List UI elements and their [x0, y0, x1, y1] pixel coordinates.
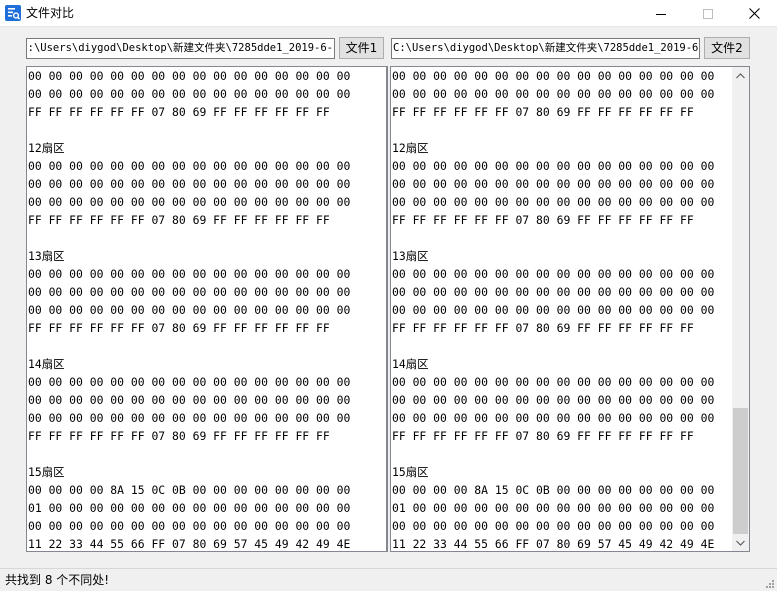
hex-row: FF FF FF FF FF FF 07 80 69 FF FF FF FF F… [392, 105, 694, 119]
hex-row: 00 00 00 00 8A 15 0C 0B 00 00 00 00 00 0… [28, 483, 351, 497]
hex-row: FF FF FF FF FF FF 07 80 69 FF FF FF FF F… [392, 213, 694, 227]
hex-row: FF FF FF FF FF FF 07 80 69 FF FF FF FF F… [28, 321, 330, 335]
chevron-down-icon [736, 540, 745, 546]
hex-row: 00 00 00 00 00 00 00 00 00 00 00 00 00 0… [28, 303, 351, 317]
close-button[interactable] [731, 0, 777, 27]
chevron-up-icon [736, 72, 745, 78]
hex-row: 00 00 00 00 00 00 00 00 00 00 00 00 00 0… [392, 159, 715, 173]
sector-header: 12扇区 [392, 141, 429, 155]
hex-row: 00 00 00 00 00 00 00 00 00 00 00 00 00 0… [392, 87, 715, 101]
hex-row: 00 00 00 00 00 00 00 00 00 00 00 00 00 0… [28, 87, 351, 101]
hex-row: 00 00 00 00 00 00 00 00 00 00 00 00 00 0… [28, 375, 351, 389]
minimize-button[interactable] [638, 0, 684, 27]
hex-row [28, 121, 386, 139]
close-icon [748, 8, 760, 19]
vertical-scrollbar[interactable] [732, 67, 749, 551]
hex-row: 00 00 00 00 00 00 00 00 00 00 00 00 00 0… [392, 195, 715, 209]
maximize-button[interactable] [685, 0, 731, 27]
scroll-down-button[interactable] [732, 534, 749, 551]
hex-row [28, 445, 386, 463]
hex-row: 00 00 00 00 00 00 00 00 00 00 00 00 00 0… [28, 267, 351, 281]
hex-row: 01 00 00 00 00 00 00 00 00 00 00 00 00 0… [28, 501, 351, 515]
sector-header: 14扇区 [28, 357, 65, 371]
hex-row: 00 00 00 00 00 00 00 00 00 00 00 00 00 0… [28, 195, 351, 209]
hex-row: 00 00 00 00 00 00 00 00 00 00 00 00 00 0… [392, 69, 715, 83]
hex-row: 00 00 00 00 8A 15 0C 0B 00 00 00 00 00 0… [392, 483, 715, 497]
resize-grip-icon[interactable] [763, 577, 775, 589]
maximize-icon [703, 8, 713, 19]
scroll-up-button[interactable] [732, 67, 749, 84]
hex-row: 00 00 00 00 00 00 00 00 00 00 00 00 00 0… [392, 303, 715, 317]
hex-row: 00 00 00 00 00 00 00 00 00 00 00 00 00 0… [392, 177, 715, 191]
file1-path-text: C:\Users\diygod\Desktop\新建文件夹\7285dde1_2… [26, 42, 333, 54]
file1-content-pane[interactable]: 00 00 00 00 00 00 00 00 00 00 00 00 00 0… [26, 66, 388, 552]
sector-header: 15扇区 [392, 465, 429, 479]
file2-button[interactable]: 文件2 [704, 37, 750, 59]
hex-row: FF FF FF FF FF FF 07 80 69 FF FF FF FF F… [28, 213, 330, 227]
file-compare-icon [5, 5, 21, 21]
hex-row: 00 00 00 00 00 00 00 00 00 00 00 00 00 0… [392, 267, 715, 281]
hex-row: 00 00 00 00 00 00 00 00 00 00 00 00 00 0… [28, 411, 351, 425]
hex-row: 01 00 00 00 00 00 00 00 00 00 00 00 00 0… [392, 501, 715, 515]
file2-content: 00 00 00 00 00 00 00 00 00 00 00 00 00 0… [392, 67, 749, 551]
sector-header: 14扇区 [392, 357, 429, 371]
sector-header: 15扇区 [28, 465, 65, 479]
title-bar[interactable]: 文件对比 [0, 0, 777, 27]
hex-row: 00 00 00 00 00 00 00 00 00 00 00 00 00 0… [392, 411, 715, 425]
file2-path-input[interactable]: C:\Users\diygod\Desktop\新建文件夹\7285dde1_2… [391, 38, 700, 59]
status-text: 共找到 8 个不同处! [5, 573, 110, 587]
hex-row [28, 229, 386, 247]
file2-path-text: C:\Users\diygod\Desktop\新建文件夹\7285dde1_2… [393, 42, 700, 54]
file1-path-input[interactable]: C:\Users\diygod\Desktop\新建文件夹\7285dde1_2… [26, 38, 335, 59]
scrollbar-thumb[interactable] [733, 408, 748, 534]
hex-row: 00 00 00 00 00 00 00 00 00 00 00 00 00 0… [28, 177, 351, 191]
minimize-icon [656, 13, 666, 15]
sector-header: 13扇区 [392, 249, 429, 263]
hex-row: FF FF FF FF FF FF 07 80 69 FF FF FF FF F… [392, 429, 694, 443]
hex-row: FF FF FF FF FF FF 07 80 69 FF FF FF FF F… [28, 105, 330, 119]
hex-row [392, 229, 749, 247]
hex-row: FF FF FF FF FF FF 07 80 69 FF FF FF FF F… [392, 321, 694, 335]
hex-row: 00 00 00 00 00 00 00 00 00 00 00 00 00 0… [392, 285, 715, 299]
hex-row: 11 22 33 44 55 66 FF 07 80 69 57 45 49 4… [28, 537, 351, 551]
hex-row: 00 00 00 00 00 00 00 00 00 00 00 00 00 0… [28, 285, 351, 299]
hex-row [392, 445, 749, 463]
hex-row: 00 00 00 00 00 00 00 00 00 00 00 00 00 0… [28, 519, 351, 533]
sector-header: 12扇区 [28, 141, 65, 155]
window-title: 文件对比 [26, 6, 75, 20]
hex-row: FF FF FF FF FF FF 07 80 69 FF FF FF FF F… [28, 429, 330, 443]
hex-row: 00 00 00 00 00 00 00 00 00 00 00 00 00 0… [28, 159, 351, 173]
hex-row: 00 00 00 00 00 00 00 00 00 00 00 00 00 0… [392, 393, 715, 407]
hex-row: 00 00 00 00 00 00 00 00 00 00 00 00 00 0… [28, 393, 351, 407]
hex-row [392, 337, 749, 355]
file1-button[interactable]: 文件1 [339, 37, 384, 59]
status-bar: 共找到 8 个不同处! [0, 568, 777, 591]
hex-row: 00 00 00 00 00 00 00 00 00 00 00 00 00 0… [28, 69, 351, 83]
file1-content: 00 00 00 00 00 00 00 00 00 00 00 00 00 0… [28, 67, 386, 551]
file2-content-pane[interactable]: 00 00 00 00 00 00 00 00 00 00 00 00 00 0… [390, 66, 750, 552]
hex-row [392, 121, 749, 139]
hex-row: 11 22 33 44 55 66 FF 07 80 69 57 45 49 4… [392, 537, 715, 551]
hex-row: 00 00 00 00 00 00 00 00 00 00 00 00 00 0… [392, 519, 715, 533]
hex-row: 00 00 00 00 00 00 00 00 00 00 00 00 00 0… [392, 375, 715, 389]
hex-row [28, 337, 386, 355]
sector-header: 13扇区 [28, 249, 65, 263]
